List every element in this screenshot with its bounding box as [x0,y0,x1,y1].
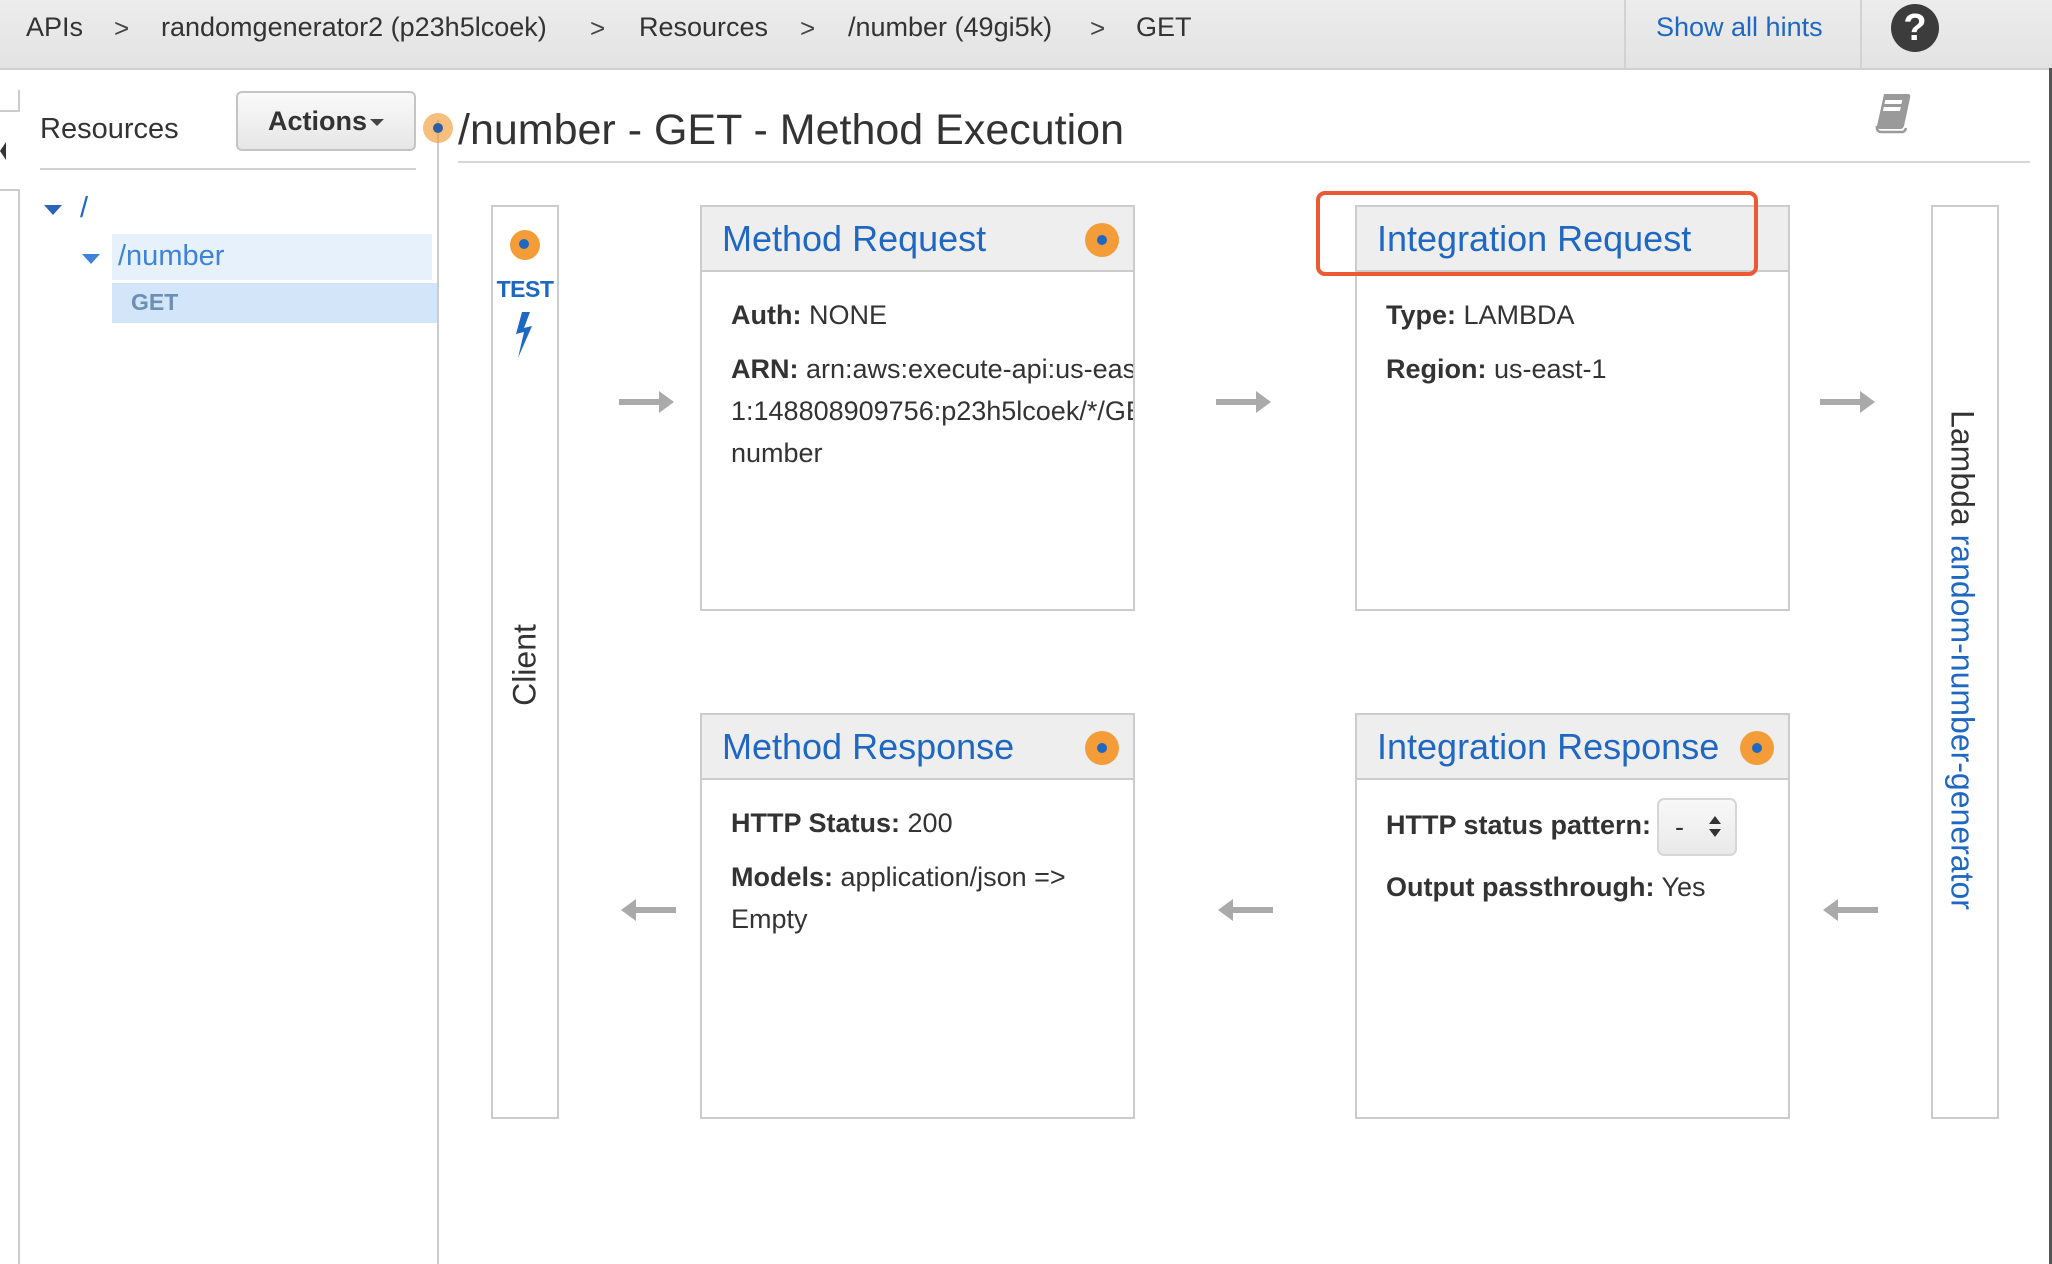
arrow-right-icon [1820,391,1875,413]
arrow-left-icon [1218,899,1273,921]
actions-label: Actions [267,106,367,136]
box-header: Integration Response [1357,715,1788,780]
gutter-border [18,190,20,1264]
breadcrumb-bar: APIs > randomgenerator2 (p23h5lcoek) > R… [0,0,2052,70]
sidebar-title: Resources [40,113,179,145]
annotation-highlight-box [1316,191,1758,276]
integration-response-link[interactable]: Integration Response [1377,726,1719,768]
auth-value: NONE [808,300,887,330]
breadcrumb-method-get: GET [1136,12,1192,42]
expand-triangle-icon[interactable] [44,205,62,215]
lambda-label: Lambda random-number-generator [1944,410,1981,910]
tree-item-root[interactable]: / [80,192,88,225]
gutter-border [0,189,20,191]
divider [40,168,416,170]
http-status-label: HTTP Status: [731,808,901,838]
integration-response-box: Integration Response HTTP status pattern… [1355,713,1790,1119]
arn-label: ARN: [731,354,799,384]
collapse-sidebar-icon[interactable] [0,142,6,160]
sidebar-divider[interactable] [437,120,439,1264]
client-label: Client [506,624,543,706]
divider [1860,0,1862,68]
method-response-box: Method Response HTTP Status: 200 Models:… [700,713,1135,1119]
region-value: us-east-1 [1494,354,1607,384]
divider [1624,0,1626,68]
book-icon[interactable] [1874,92,1912,134]
lambda-function-link[interactable]: random-number-generator [1945,535,1981,910]
region-label: Region: [1386,354,1487,384]
tree-item-get[interactable]: GET [131,289,178,316]
breadcrumb-separator: > [1090,13,1106,43]
tree-item-number[interactable]: /number [118,240,224,273]
help-icon[interactable]: ? [1891,4,1939,52]
show-all-hints-link[interactable]: Show all hints [1656,12,1823,43]
page-title: /number - GET - Method Execution [458,106,1124,154]
hint-dot-icon[interactable] [1085,223,1119,257]
method-request-link[interactable]: Method Request [722,218,986,260]
http-status-value: 200 [907,808,953,838]
breadcrumb-apis[interactable]: APIs [26,12,83,43]
arrow-left-icon [621,899,676,921]
breadcrumb-api-name[interactable]: randomgenerator2 (p23h5lcoek) [161,12,547,43]
status-pattern-select[interactable]: - [1657,798,1738,856]
lambda-prefix: Lambda [1944,410,1981,526]
method-response-link[interactable]: Method Response [722,726,1014,768]
breadcrumb-resource-number[interactable]: /number (49gi5k) [848,12,1052,43]
actions-dropdown-button[interactable]: Actions [236,91,416,151]
hint-dot-icon[interactable] [423,113,453,143]
breadcrumb-separator: > [800,13,816,43]
box-header: Method Response [702,715,1133,780]
gutter-tab [0,90,20,112]
breadcrumb-separator: > [590,13,606,43]
status-pattern-label: HTTP status pattern: [1386,810,1652,841]
type-label: Type: [1386,300,1457,330]
lightning-bolt-icon[interactable] [508,310,540,360]
output-passthrough-label: Output passthrough: [1386,872,1655,902]
box-header: Method Request [702,207,1133,272]
arrow-right-icon [1216,391,1271,413]
output-passthrough-value: Yes [1661,872,1706,902]
select-up-arrow-icon [1709,816,1722,824]
method-request-box: Method Request Auth: NONE ARN: arn:aws:e… [700,205,1135,611]
divider [458,161,2030,163]
breadcrumb-resources[interactable]: Resources [639,12,768,43]
status-pattern-value: - [1675,812,1685,842]
arrow-left-icon [1823,899,1878,921]
caret-down-icon [370,119,384,127]
hint-dot-icon[interactable] [1740,731,1774,765]
breadcrumb-separator: > [114,13,130,43]
hint-dot-icon[interactable] [510,230,540,260]
hint-dot-icon[interactable] [1085,731,1119,765]
expand-triangle-icon[interactable] [82,254,100,264]
test-button[interactable]: TEST [493,276,557,303]
type-value: LAMBDA [1463,300,1575,330]
auth-label: Auth: [731,300,802,330]
select-down-arrow-icon [1709,829,1722,837]
models-label: Models: [731,862,834,892]
arrow-right-icon [619,391,674,413]
